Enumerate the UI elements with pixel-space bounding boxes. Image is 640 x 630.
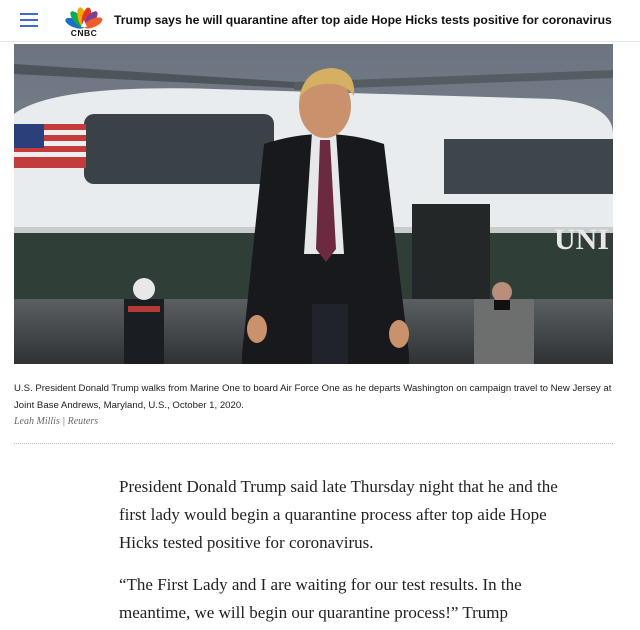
page-headline[interactable]: Trump says he will quarantine after top … — [114, 13, 640, 27]
nbc-peacock-icon — [65, 7, 103, 29]
top-bar: CNBC Trump says he will quarantine after… — [0, 0, 640, 42]
logo-wordmark: CNBC — [70, 28, 98, 38]
article-hero-photo: UNI — [14, 44, 613, 364]
article-paragraph: “The First Lady and I are waiting for ou… — [119, 575, 522, 622]
photo-credit: Leah Millis | Reuters — [14, 416, 99, 427]
hamburger-menu-icon[interactable] — [20, 13, 38, 29]
cnbc-logo[interactable]: CNBC — [62, 3, 106, 39]
caption-divider — [14, 443, 613, 444]
photo-caption: U.S. President Donald Trump walks from M… — [14, 383, 612, 411]
helicopter-marking: UNI — [554, 223, 609, 256]
article-paragraph: President Donald Trump said late Thursda… — [119, 477, 558, 552]
